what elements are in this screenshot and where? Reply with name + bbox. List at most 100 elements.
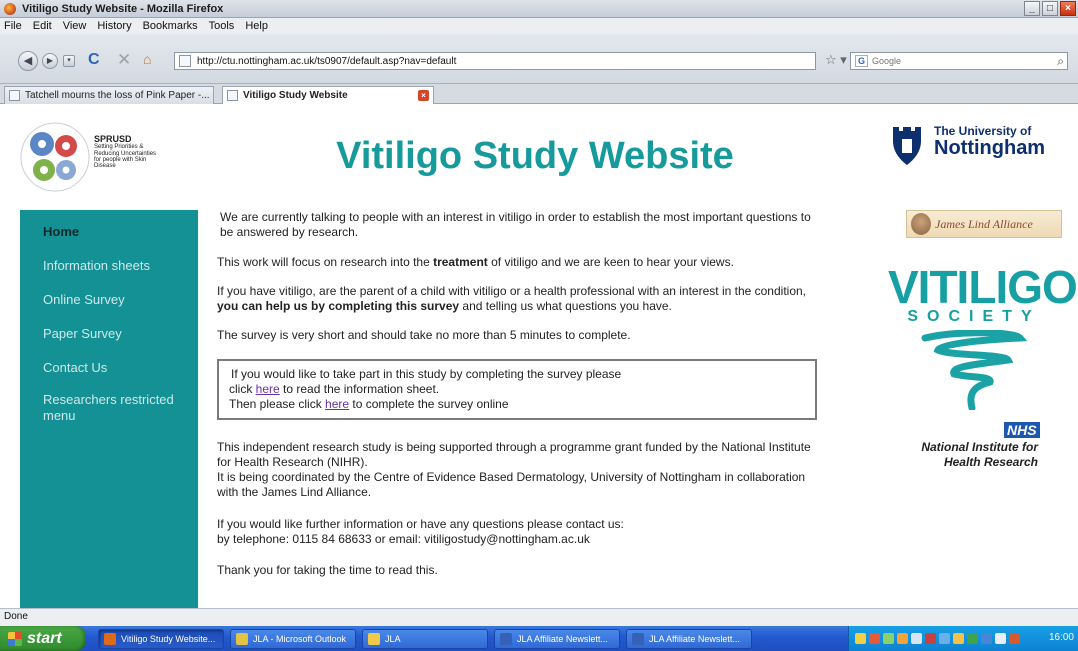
close-tab-icon[interactable]: ×: [418, 90, 429, 101]
university-crest-icon: [893, 127, 921, 165]
contact-paragraph: If you would like further information or…: [217, 517, 624, 531]
sidebar-item-paper-survey[interactable]: Paper Survey: [20, 324, 198, 358]
home-icon[interactable]: ⌂: [143, 51, 151, 67]
search-box[interactable]: G ⌕: [850, 52, 1068, 70]
tab-label: Tatchell mourns the loss of Pink Paper -…: [25, 90, 210, 101]
close-button[interactable]: ×: [1060, 1, 1076, 16]
google-engine-icon[interactable]: G: [855, 55, 869, 67]
taskbar-item-firefox[interactable]: Vitiligo Study Website...: [98, 628, 224, 649]
task-label: Vitiligo Study Website...: [121, 633, 216, 644]
page-title: Vitiligo Study Website: [336, 135, 734, 177]
nhs-logo: NHS: [1004, 422, 1040, 438]
text-segment: click: [229, 382, 256, 396]
page-icon: [227, 90, 238, 101]
sidebar-item-researchers-restricted[interactable]: Researchers restricted menu: [20, 392, 180, 432]
text-segment-bold: you can help us by completing this surve…: [217, 299, 460, 313]
tray-icon[interactable]: [953, 633, 964, 644]
text-segment: If you have vitiligo, are the parent of …: [217, 284, 807, 298]
tab-vitiligo-study[interactable]: Vitiligo Study Website ×: [222, 86, 434, 104]
firefox-icon: [104, 632, 116, 645]
text-segment: and telling us what questions you have.: [459, 299, 672, 313]
status-bar: Done: [0, 608, 1078, 626]
tray-icon[interactable]: [911, 633, 922, 644]
information-sheet-link[interactable]: here: [256, 382, 280, 396]
windows-flag-icon: [8, 631, 22, 646]
menu-file[interactable]: File: [4, 20, 22, 32]
james-lind-alliance-logo[interactable]: James Lind Alliance: [906, 210, 1062, 238]
thanks-paragraph: Thank you for taking the time to read th…: [217, 563, 438, 577]
menu-bookmarks[interactable]: Bookmarks: [143, 20, 198, 32]
system-tray: 16:00: [848, 626, 1078, 651]
window-titlebar: Vitiligo Study Website - Mozilla Firefox…: [0, 0, 1078, 18]
sidebar-item-contact-us[interactable]: Contact Us: [20, 358, 198, 392]
stop-icon[interactable]: ✕: [117, 50, 131, 70]
sprusd-title: SPRUSD: [94, 134, 132, 144]
funding-paragraph: This independent research study is being…: [217, 440, 811, 469]
url-text[interactable]: http://ctu.nottingham.ac.uk/ts0907/defau…: [197, 56, 456, 67]
intro-paragraph: We are currently talking to people with …: [220, 210, 811, 239]
tray-icon[interactable]: [925, 633, 936, 644]
tab-strip: Tatchell mourns the loss of Pink Paper -…: [0, 84, 1078, 104]
tray-icon[interactable]: [883, 633, 894, 644]
reload-icon[interactable]: C: [88, 51, 100, 69]
start-label: start: [27, 629, 62, 647]
history-dropdown-icon[interactable]: ▾: [63, 55, 75, 67]
menu-tools[interactable]: Tools: [209, 20, 235, 32]
search-input[interactable]: [872, 56, 1033, 66]
text-segment: Then please click: [229, 397, 326, 411]
minimize-button[interactable]: _: [1024, 1, 1040, 16]
clock[interactable]: 16:00: [1049, 632, 1074, 643]
maximize-button[interactable]: □: [1042, 1, 1058, 16]
nihr-logo-text: National Institute for Health Research: [870, 440, 1038, 470]
tray-icon[interactable]: [939, 633, 950, 644]
web-page: SPRUSD Setting Priorities & Reducing Unc…: [0, 105, 1078, 608]
taskbar-item-word-1[interactable]: JLA Affiliate Newslett...: [494, 628, 620, 649]
task-label: JLA Affiliate Newslett...: [649, 633, 740, 644]
sprusd-line: Disease: [94, 163, 116, 170]
start-button[interactable]: start: [0, 626, 86, 651]
window-title: Vitiligo Study Website - Mozilla Firefox: [22, 2, 224, 15]
word-document-icon: [500, 632, 512, 645]
tray-icon[interactable]: [995, 633, 1006, 644]
task-label: JLA Affiliate Newslett...: [517, 633, 608, 644]
portrait-icon: [911, 213, 931, 235]
tray-icon[interactable]: [981, 633, 992, 644]
bookmark-star-icon[interactable]: ☆ ▾: [825, 52, 847, 68]
sidebar-item-home[interactable]: Home: [20, 222, 198, 256]
taskbar-item-outlook[interactable]: JLA - Microsoft Outlook: [230, 628, 356, 649]
tray-icon[interactable]: [967, 633, 978, 644]
sidebar-item-online-survey[interactable]: Online Survey: [20, 290, 198, 324]
address-bar[interactable]: http://ctu.nottingham.ac.uk/ts0907/defau…: [174, 52, 816, 70]
back-button[interactable]: ◀: [18, 51, 38, 71]
tray-icon[interactable]: [855, 633, 866, 644]
tray-icon[interactable]: [869, 633, 880, 644]
tray-icon[interactable]: [897, 633, 908, 644]
menu-view[interactable]: View: [63, 20, 87, 32]
tab-pink-paper[interactable]: Tatchell mourns the loss of Pink Paper -…: [4, 86, 214, 104]
task-label: JLA - Microsoft Outlook: [253, 633, 347, 644]
tab-label: Vitiligo Study Website: [243, 90, 348, 101]
text-segment: to read the information sheet.: [279, 382, 440, 396]
forward-button[interactable]: ▶: [42, 53, 58, 69]
jla-text: James Lind Alliance: [935, 216, 1033, 231]
taskbar-item-jla-folder[interactable]: JLA: [362, 628, 488, 649]
tray-icon[interactable]: [1009, 633, 1020, 644]
taskbar-item-word-2[interactable]: JLA Affiliate Newslett...: [626, 628, 752, 649]
vitiligo-society-logo[interactable]: VITILIGO: [888, 260, 1078, 314]
main-content: We are currently talking to people with …: [217, 210, 817, 592]
folder-icon: [368, 632, 380, 645]
menu-history[interactable]: History: [97, 20, 131, 32]
search-icon[interactable]: ⌕: [1057, 54, 1064, 69]
windows-taskbar: start Vitiligo Study Website... JLA - Mi…: [0, 626, 1078, 651]
text-segment-bold: treatment: [433, 255, 488, 269]
menu-help[interactable]: Help: [245, 20, 268, 32]
help-paragraph: If you have vitiligo, are the parent of …: [217, 284, 817, 314]
menu-edit[interactable]: Edit: [33, 20, 52, 32]
sidebar-item-information-sheets[interactable]: Information sheets: [20, 256, 198, 290]
page-icon: [179, 55, 191, 67]
university-of-nottingham-logo: The University of Nottingham: [934, 125, 1045, 159]
navigation-toolbar: ◀ ▶ ▾ C ✕ ⌂ http://ctu.nottingham.ac.uk/…: [0, 34, 1078, 84]
callout-line: Then please click here to complete the s…: [229, 397, 805, 412]
online-survey-link[interactable]: here: [325, 397, 349, 411]
task-label: JLA: [385, 633, 401, 644]
